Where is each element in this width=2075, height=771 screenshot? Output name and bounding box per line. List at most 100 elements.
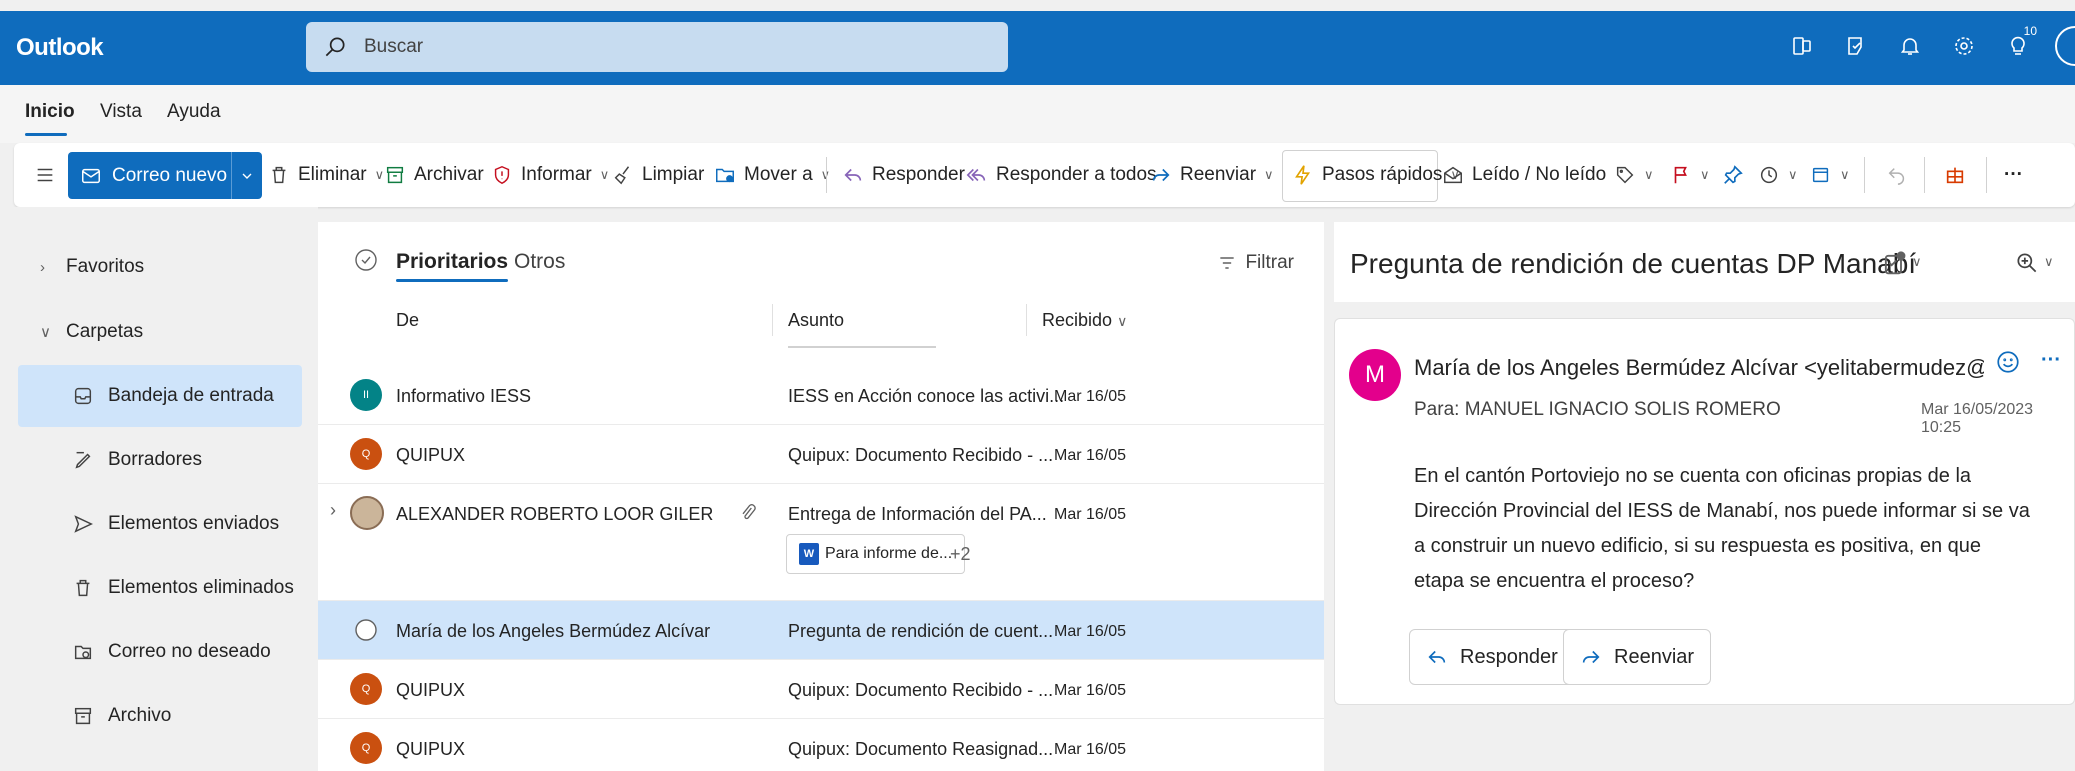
sidebar-item-drafts[interactable]: Borradores: [18, 429, 302, 491]
zoom-icon[interactable]: [2014, 250, 2040, 276]
new-mail-button[interactable]: Correo nuevo: [68, 152, 262, 199]
undo-button[interactable]: [1886, 143, 1916, 207]
chevron-down-icon[interactable]: ∨: [600, 167, 610, 183]
new-mail-main[interactable]: Correo nuevo: [68, 152, 232, 199]
table-row[interactable]: Q QUIPUX Quipux: Documento Recibido - ..…: [318, 425, 1324, 484]
move-button[interactable]: Mover a∨: [714, 143, 830, 207]
delete-button[interactable]: Eliminar ∨: [268, 143, 384, 207]
addins-button[interactable]: [1944, 143, 1974, 207]
chevron-down-icon[interactable]: ∨: [1912, 254, 1922, 270]
broom-icon: [614, 166, 630, 185]
select-all-icon[interactable]: [354, 248, 378, 272]
table-row[interactable]: Q QUIPUX Quipux: Documento Recibido - ..…: [318, 660, 1324, 719]
folder-pane: › Favoritos ∨ Carpetas Bandeja de entrad…: [0, 207, 318, 771]
office-apps-icon[interactable]: [1775, 26, 1829, 66]
tab-other[interactable]: Otros: [514, 250, 565, 274]
sidebar-item-archive[interactable]: Archivo: [18, 685, 302, 747]
snooze-button[interactable]: ∨: [1758, 143, 1798, 207]
pin-button[interactable]: [1722, 143, 1752, 207]
sidebar-item-inbox[interactable]: Bandeja de entrada: [18, 365, 302, 427]
hamburger-icon[interactable]: [34, 143, 64, 207]
forward-button[interactable]: Reenviar: [1563, 629, 1712, 685]
teams-icon[interactable]: [1829, 26, 1883, 66]
sweep-button[interactable]: Limpiar: [612, 143, 704, 207]
avatar-initials: Q: [361, 742, 371, 754]
trash-icon: [76, 579, 90, 597]
bell-icon[interactable]: [1883, 26, 1937, 66]
avatar: Q: [350, 732, 382, 764]
sidebar-item-label: Bandeja de entrada: [108, 385, 274, 406]
menu-bar: Inicio Vista Ayuda: [0, 85, 2075, 143]
reply-button[interactable]: Responder: [842, 143, 965, 207]
tab-inicio[interactable]: Inicio: [25, 101, 75, 123]
new-mail-dropdown[interactable]: [232, 152, 262, 199]
tab-vista[interactable]: Vista: [100, 101, 142, 123]
column-subject[interactable]: Asunto: [788, 310, 844, 331]
inbox-icon: [74, 387, 92, 405]
flag-button[interactable]: ∨: [1670, 143, 1710, 207]
column-received[interactable]: Recibido ∨: [1042, 310, 1127, 331]
reply-icon: [1428, 650, 1446, 664]
chevron-down-icon[interactable]: ∨: [1264, 167, 1274, 183]
archive-label: Archivar: [414, 164, 484, 185]
sidebar-item-deleted[interactable]: Elementos eliminados: [18, 557, 302, 619]
report-button[interactable]: Informar ∨: [491, 143, 609, 207]
forward-icon: [1582, 650, 1600, 664]
row-subject: IESS en Acción conoce las activi...: [788, 386, 1065, 406]
table-row[interactable]: › ALEXANDER ROBERTO LOOR GILER Entrega d…: [318, 484, 1324, 601]
recipients: Para: MANUEL IGNACIO SOLIS ROMERO: [1414, 399, 1781, 421]
chevron-down-icon[interactable]: ∨: [1788, 167, 1798, 183]
sidebar-item-junk[interactable]: Correo no deseado: [18, 621, 302, 683]
table-row[interactable]: II Informativo IESS IESS en Acción conoc…: [318, 366, 1324, 425]
rules-button[interactable]: ∨: [1810, 143, 1850, 207]
tips-icon[interactable]: 10: [1991, 24, 2045, 66]
quick-steps-button[interactable]: Pasos rápidos ∨: [1292, 143, 1460, 207]
account-avatar[interactable]: [2055, 26, 2075, 66]
paperclip-icon: [742, 504, 756, 520]
chevron-right-icon[interactable]: ›: [330, 500, 336, 521]
message-list: Prioritarios Otros Filtrar De Asunto Rec…: [318, 222, 1324, 771]
attachment-chip[interactable]: W Para informe de...: [786, 534, 966, 574]
more-attachments[interactable]: +2: [950, 544, 971, 565]
column-from[interactable]: De: [396, 310, 419, 331]
chevron-down-icon[interactable]: ∨: [1644, 167, 1654, 183]
to-value[interactable]: MANUEL IGNACIO SOLIS ROMERO: [1465, 399, 1781, 420]
sender-name[interactable]: María de los Angeles Bermúdez Alcívar <y…: [1414, 355, 1984, 381]
reply-button[interactable]: Responder: [1409, 629, 1575, 685]
chevron-down-icon[interactable]: ∨: [1840, 167, 1850, 183]
table-row[interactable]: María de los Angeles Bermúdez Alcívar Pr…: [318, 601, 1324, 660]
column-divider[interactable]: [772, 304, 773, 336]
chevron-down-icon[interactable]: ∨: [1700, 167, 1710, 183]
archive-button[interactable]: Archivar: [384, 143, 484, 207]
folders-label: Carpetas: [66, 321, 144, 342]
more-button[interactable]: ···: [2004, 143, 2023, 207]
reading-pane: M María de los Angeles Bermúdez Alcívar …: [1334, 318, 2075, 705]
trash-icon: [272, 166, 286, 184]
row-select-circle[interactable]: [354, 618, 378, 642]
avatar[interactable]: M: [1349, 349, 1401, 401]
table-row[interactable]: Q QUIPUX Quipux: Documento Reasignad... …: [318, 719, 1324, 771]
send-icon: [74, 515, 93, 533]
read-unread-button[interactable]: Leído / No leído: [1442, 143, 1606, 207]
folders-header[interactable]: ∨ Carpetas: [18, 301, 302, 363]
search-box[interactable]: Buscar: [306, 22, 1008, 72]
smiley-icon[interactable]: [1995, 349, 2021, 375]
forward-button[interactable]: Reenviar ∨: [1150, 143, 1274, 207]
favorites-label: Favoritos: [66, 256, 145, 277]
tab-focused[interactable]: Prioritarios: [396, 250, 509, 282]
reply-all-button[interactable]: Responder a todos: [966, 143, 1157, 207]
favorites-header[interactable]: › Favoritos: [18, 236, 302, 298]
filter-button[interactable]: Filtrar: [1217, 252, 1294, 274]
gear-icon[interactable]: [1937, 26, 1991, 66]
tag-button[interactable]: ∨: [1614, 143, 1654, 207]
chevron-down-icon[interactable]: ∨: [375, 167, 385, 183]
tag-icon: [1616, 166, 1634, 184]
summary-icon[interactable]: [1880, 250, 1908, 278]
column-divider[interactable]: [1026, 304, 1027, 336]
tab-ayuda[interactable]: Ayuda: [167, 101, 221, 123]
more-actions-icon[interactable]: ···: [2041, 349, 2061, 372]
chevron-down-icon[interactable]: ∨: [2044, 254, 2054, 270]
app-title[interactable]: Outlook: [16, 34, 104, 62]
divider: [1864, 157, 1865, 193]
sidebar-item-sent[interactable]: Elementos enviados: [18, 493, 302, 555]
